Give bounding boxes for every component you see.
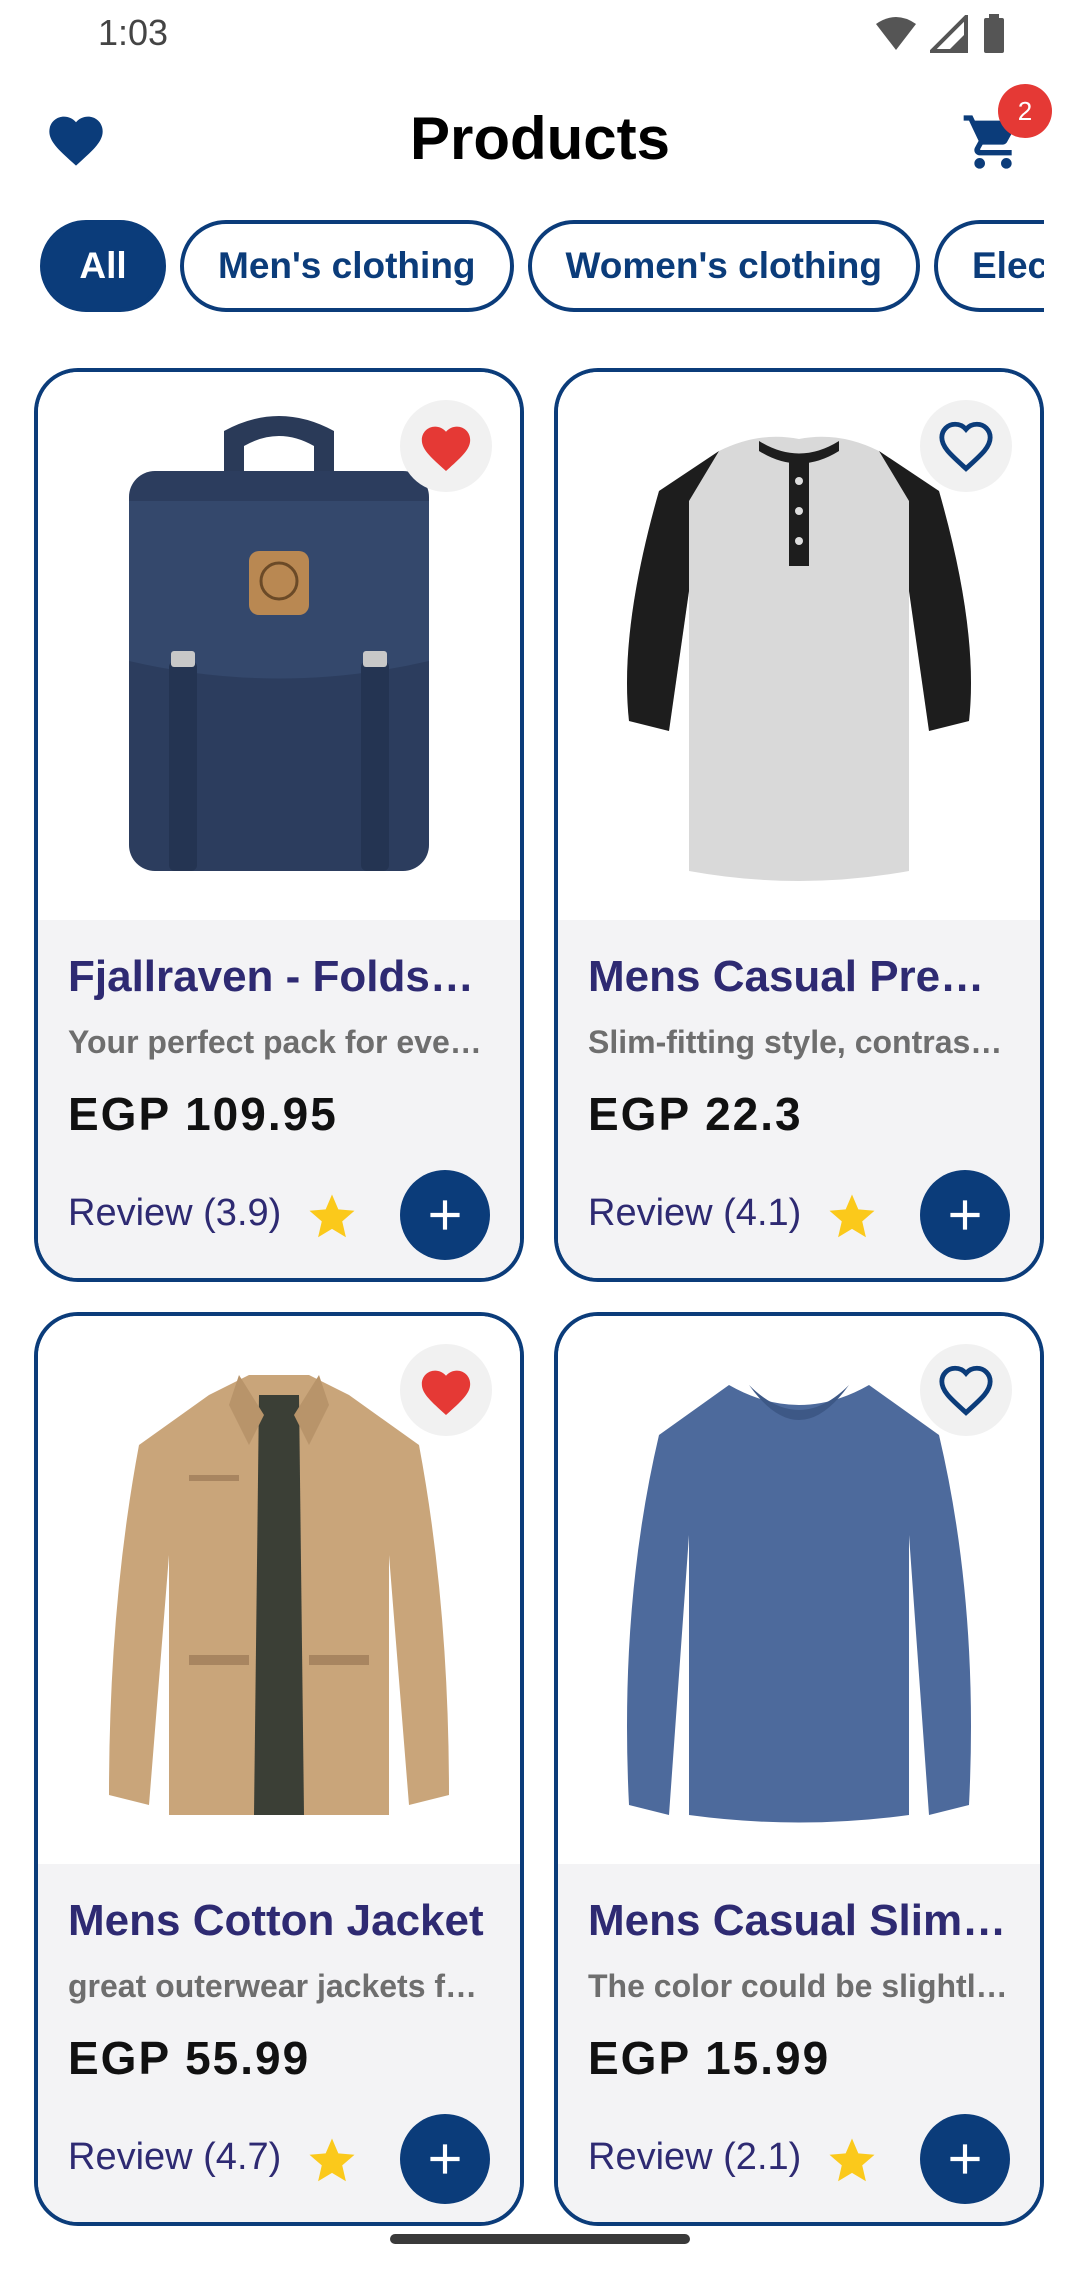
product-description: Your perfect pack for everyday use and w…: [68, 1024, 490, 1060]
product-price: EGP 15.99: [588, 2032, 831, 2084]
star-icon: [829, 1194, 875, 1238]
star-icon: [829, 2138, 875, 2182]
favorite-toggle[interactable]: [400, 400, 492, 492]
product-price: EGP 22.3: [588, 1088, 803, 1140]
product-description: Slim-fitting style, contrast raglan long…: [588, 1024, 1010, 1060]
product-price: EGP 55.99: [68, 2032, 311, 2084]
products-screen: 1:03 Products 2 All Men's clothing Women's…: [0, 0, 1080, 2280]
wifi-icon: [876, 17, 916, 50]
star-icon: [309, 1194, 355, 1238]
product-description: The color could be slightly different be…: [588, 1968, 1010, 2004]
product-footer: Review (3.9): [68, 1170, 490, 1260]
plus-icon: [430, 1200, 460, 1230]
product-title: Mens Casual Premium Slim Fit T-Shirts: [588, 952, 1010, 1001]
plus-icon: [950, 1200, 980, 1230]
home-indicator[interactable]: [390, 2234, 690, 2244]
signal-icon: [930, 15, 968, 53]
heart-filled-icon: [421, 1370, 471, 1416]
product-footer: Review (4.1): [588, 1170, 1010, 1260]
favorite-toggle[interactable]: [400, 1344, 492, 1436]
heart-filled-icon: [421, 426, 471, 472]
add-to-cart-button[interactable]: [920, 2114, 1010, 2204]
battery-icon: [984, 14, 1004, 53]
add-to-cart-button[interactable]: [400, 1170, 490, 1260]
filter-chip-all[interactable]: All: [40, 220, 166, 312]
favorite-toggle[interactable]: [920, 1344, 1012, 1436]
plus-icon: [950, 2144, 980, 2174]
filter-chip-womens-clothing[interactable]: Women's clothing: [527, 220, 920, 312]
product-info: Mens Cotton Jacket great outerwear jacke…: [38, 1864, 520, 2222]
product-title: Mens Cotton Jacket: [68, 1896, 484, 1945]
product-card[interactable]: Fjallraven - Foldsack No. 1 Backpack, Fi…: [34, 368, 524, 1282]
category-filter-bar: AllMen's clothingWomen's clothingElectro…: [40, 220, 1044, 314]
product-review: Review (4.7): [68, 2136, 282, 2178]
product-review: Review (2.1): [588, 2136, 802, 2178]
product-footer: Review (2.1): [588, 2114, 1010, 2204]
product-review: Review (3.9): [68, 1192, 282, 1234]
app-bar: Products: [0, 90, 1080, 190]
star-icon: [309, 2138, 355, 2182]
heart-outline-icon: [939, 1365, 993, 1416]
favorite-toggle[interactable]: [920, 400, 1012, 492]
cart-count-badge: 2: [998, 84, 1052, 138]
product-review: Review (4.1): [588, 1192, 802, 1234]
status-bar: 1:03: [0, 0, 1080, 66]
product-title: Mens Casual Slim Fit: [588, 1896, 1010, 1945]
product-info: Mens Casual Premium Slim Fit T-Shirts Sl…: [558, 920, 1040, 1278]
add-to-cart-button[interactable]: [400, 2114, 490, 2204]
filter-chip-electronics[interactable]: Electronics: [933, 220, 1044, 312]
status-time: 1:03: [98, 12, 169, 53]
product-footer: Review (4.7): [68, 2114, 490, 2204]
plus-icon: [430, 2144, 460, 2174]
heart-outline-icon: [939, 421, 993, 472]
product-price: EGP 109.95: [68, 1088, 338, 1140]
product-info: Fjallraven - Foldsack No. 1 Backpack, Fi…: [38, 920, 520, 1278]
product-card[interactable]: Mens Cotton Jacket great outerwear jacke…: [34, 1312, 524, 2226]
product-card[interactable]: Mens Casual Premium Slim Fit T-Shirts Sl…: [554, 368, 1044, 1282]
status-icons: [874, 14, 1006, 54]
product-card[interactable]: Mens Casual Slim Fit The color could be …: [554, 1312, 1044, 2226]
product-title: Fjallraven - Foldsack No. 1 Backpack, Fi…: [68, 952, 490, 1001]
product-description: great outerwear jackets for Spring/Autum…: [68, 1968, 490, 2004]
add-to-cart-button[interactable]: [920, 1170, 1010, 1260]
product-info: Mens Casual Slim Fit The color could be …: [558, 1864, 1040, 2222]
filter-chip-mens-clothing[interactable]: Men's clothing: [180, 220, 514, 312]
page-title: Products: [409, 105, 671, 172]
